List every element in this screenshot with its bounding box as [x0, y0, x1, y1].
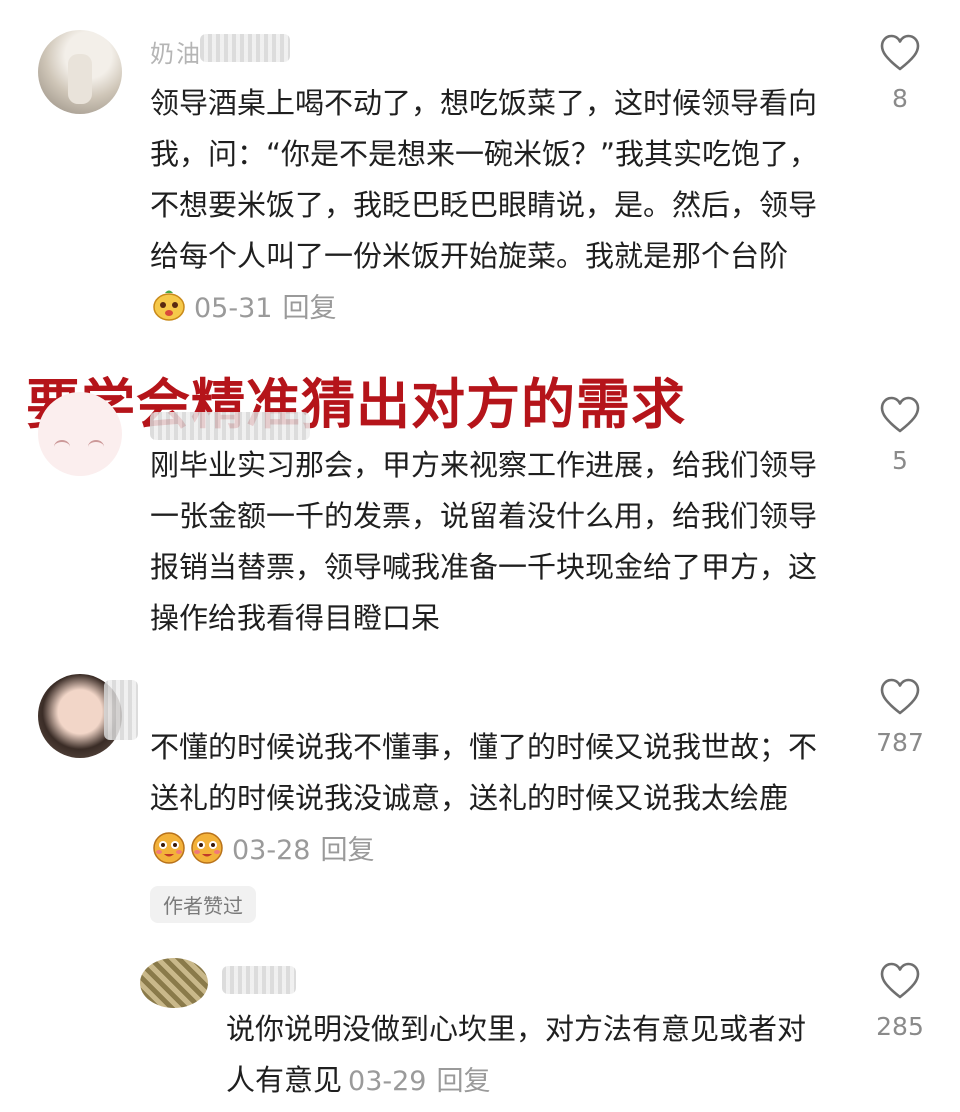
- avatar[interactable]: [140, 958, 208, 1008]
- reply-button[interactable]: 回复: [320, 835, 374, 866]
- comment-body: 刚毕业实习那会，甲方来视察工作进展，给我们领导一张金额一千的发票，说留着没什么用…: [150, 440, 820, 644]
- smile-face-emoji: [153, 290, 185, 321]
- comment-body: 领导酒桌上喝不动了，想吃饭菜了，这时候领导看向我，问：“你是不是想来一碗米饭？”…: [150, 78, 820, 334]
- blushing-face-emoji: [153, 832, 185, 864]
- heart-outline-icon: [880, 962, 920, 999]
- comment-text: 刚毕业实习那会，甲方来视察工作进展，给我们领导一张金额一千的发票，说留着没什么用…: [150, 448, 818, 635]
- like-count: 8: [892, 84, 908, 113]
- overlay-title: 要学会精准猜出对方的需求: [26, 373, 686, 436]
- blushing-face-emoji: [191, 832, 223, 864]
- heart-outline-icon: [880, 34, 920, 71]
- comment-text: 领导酒桌上喝不动了，想吃饭菜了，这时候领导看向我，问：“你是不是想来一碗米饭？”…: [150, 86, 819, 273]
- name-blur: [150, 412, 310, 440]
- reply-button[interactable]: 回复: [436, 1066, 490, 1097]
- name-blur: [104, 680, 138, 740]
- name-blur: [222, 966, 296, 994]
- comment-date: 03-28: [232, 835, 311, 866]
- avatar[interactable]: [38, 392, 122, 476]
- comment-body: 不懂的时候说我不懂事，懂了的时候又说我世故；不送礼的时候说我没诚意，送礼的时候又…: [150, 722, 820, 876]
- comment-body: 说你说明没做到心坎里，对方法有意见或者对人有意见 03-29 回复: [226, 1004, 826, 1107]
- like-button[interactable]: 5: [860, 396, 940, 475]
- reply-button[interactable]: 回复: [282, 293, 336, 324]
- comment-date: 05-31: [194, 293, 273, 324]
- author-liked-badge: 作者赞过: [150, 886, 256, 923]
- name-blur: [200, 34, 290, 62]
- comment-date: 03-29: [348, 1066, 427, 1097]
- avatar[interactable]: [38, 30, 122, 114]
- like-count: 5: [892, 446, 908, 475]
- like-button[interactable]: 8: [860, 34, 940, 113]
- heart-outline-icon: [880, 396, 920, 433]
- like-count: 787: [876, 728, 924, 757]
- like-button[interactable]: 787: [860, 678, 940, 757]
- commenter-name[interactable]: 奶油: [150, 34, 202, 69]
- heart-outline-icon: [880, 678, 920, 715]
- like-count: 285: [876, 1012, 924, 1041]
- comment-text: 说你说明没做到心坎里，对方法有意见或者对人有意见: [226, 1012, 807, 1097]
- like-button[interactable]: 285: [860, 962, 940, 1041]
- comment-text: 不懂的时候说我不懂事，懂了的时候又说我世故；不送礼的时候说我没诚意，送礼的时候又…: [150, 730, 818, 815]
